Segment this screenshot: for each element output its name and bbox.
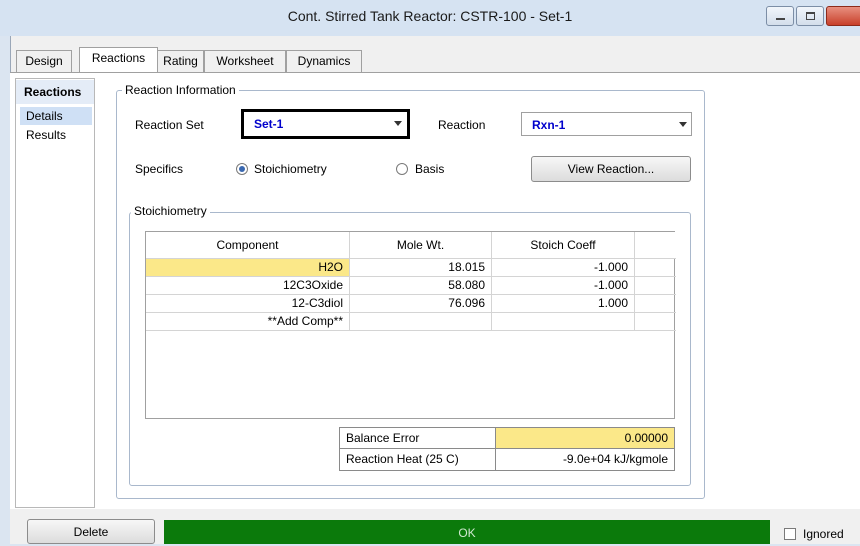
basis-radio[interactable] (396, 163, 408, 175)
maximize-button[interactable] (796, 6, 824, 26)
table-cell-mole-wt (350, 313, 492, 331)
balance-error-label: Balance Error (340, 428, 496, 449)
table-cell-coeff[interactable]: 1.000 (492, 295, 635, 313)
table-cell-coeff[interactable] (492, 313, 635, 331)
table-cell-coeff[interactable]: -1.000 (492, 277, 635, 295)
stoichiometry-table: Component Mole Wt. Stoich Coeff H2O 18.0… (145, 231, 676, 419)
reaction-information-legend: Reaction Information (122, 83, 239, 97)
sidebar-header: Reactions (16, 80, 94, 104)
specifics-label: Specifics (135, 162, 184, 176)
chevron-down-icon (679, 122, 687, 127)
minimize-button[interactable] (766, 6, 794, 26)
reaction-value: Rxn-1 (532, 118, 566, 132)
sidebar-item-details[interactable]: Details (20, 107, 92, 125)
stoichiometry-radio[interactable] (236, 163, 248, 175)
tab-worksheet[interactable]: Worksheet (204, 50, 286, 72)
reaction-label: Reaction (438, 118, 486, 132)
reaction-set-select[interactable]: Set-1 (241, 109, 410, 139)
balance-error-value: 0.00000 (496, 428, 674, 449)
column-header: Stoich Coeff (492, 232, 635, 259)
ignored-label[interactable]: Ignored (803, 525, 844, 543)
tab-label: Rating (163, 54, 198, 68)
tab-label: Design (25, 54, 63, 68)
close-button[interactable] (826, 6, 860, 26)
tab-reactions[interactable]: Reactions (79, 47, 158, 73)
column-header: Component (146, 232, 350, 259)
view-reaction-button[interactable]: View Reaction... (531, 156, 691, 182)
table-cell-empty (635, 259, 676, 277)
balance-table: Balance Error 0.00000 Reaction Heat (25 … (339, 427, 675, 471)
chevron-down-icon (394, 121, 402, 126)
column-header: Mole Wt. (350, 232, 492, 259)
maximize-icon (806, 12, 815, 20)
delete-button[interactable]: Delete (27, 519, 155, 544)
stoichiometry-legend: Stoichiometry (131, 204, 210, 218)
table-cell-mole-wt: 76.096 (350, 295, 492, 313)
table-cell-mole-wt: 18.015 (350, 259, 492, 277)
table-cell-empty (635, 295, 676, 313)
table-cell-empty (635, 313, 676, 331)
tab-label: Dynamics (297, 54, 351, 68)
reaction-heat-value: -9.0e+04 kJ/kgmole (562, 452, 668, 466)
tab-design[interactable]: Design (16, 50, 72, 72)
stoichiometry-radio-label[interactable]: Stoichiometry (254, 160, 327, 178)
tab-rating[interactable]: Rating (157, 50, 204, 72)
sidebar-item-results[interactable]: Results (20, 126, 92, 144)
reaction-heat-label: Reaction Heat (25 C) (340, 449, 496, 470)
basis-radio-label[interactable]: Basis (415, 160, 444, 178)
table-cell-empty (635, 277, 676, 295)
reaction-select[interactable]: Rxn-1 (521, 112, 692, 136)
reaction-set-label: Reaction Set (135, 118, 204, 132)
table-cell-coeff[interactable]: -1.000 (492, 259, 635, 277)
tab-dynamics[interactable]: Dynamics (286, 50, 362, 72)
table-cell-component[interactable]: H2O (146, 259, 350, 277)
tab-label: Reactions (91, 51, 146, 65)
add-component-cell[interactable]: **Add Comp** (146, 313, 350, 331)
tab-label: Worksheet (216, 54, 274, 68)
ignored-checkbox[interactable] (784, 528, 796, 540)
minimize-icon (776, 18, 785, 20)
table-cell-component[interactable]: 12-C3diol (146, 295, 350, 313)
table-cell-component[interactable]: 12C3Oxide (146, 277, 350, 295)
window-title: Cont. Stirred Tank Reactor: CSTR-100 - S… (287, 8, 573, 24)
table-cell-mole-wt: 58.080 (350, 277, 492, 295)
status-ok-bar: OK (164, 520, 770, 544)
reaction-set-value: Set-1 (254, 117, 284, 131)
column-header-empty (635, 232, 676, 259)
